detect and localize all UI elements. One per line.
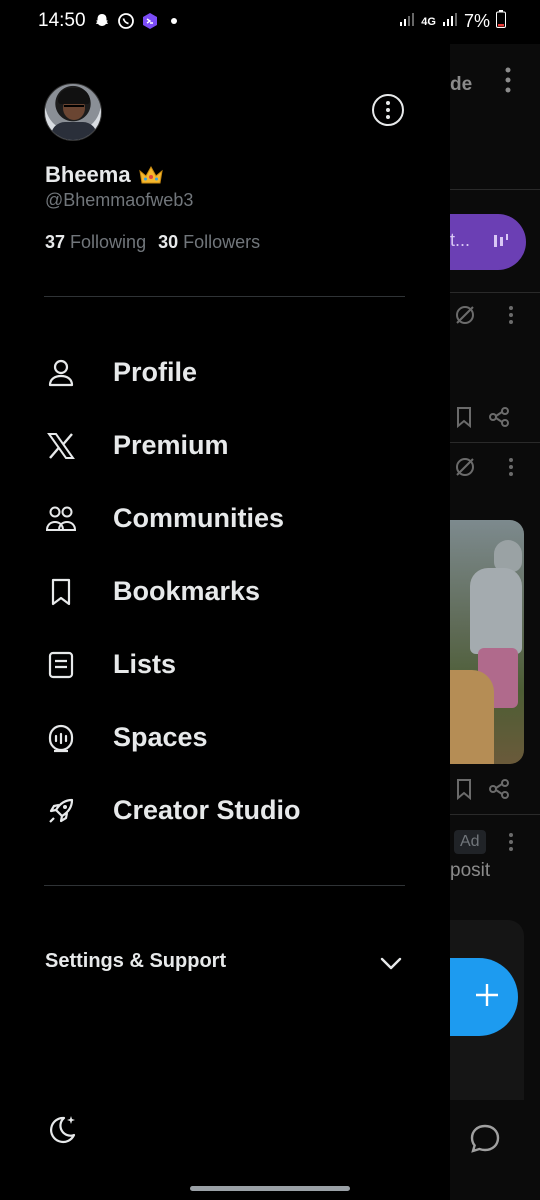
feed-divider xyxy=(450,292,540,293)
grok-icon[interactable] xyxy=(454,304,476,331)
follow-stats: 37 Following 30 Followers xyxy=(45,232,260,253)
divider xyxy=(44,296,405,297)
status-bar: 14:50 4G 7% xyxy=(0,0,540,44)
avatar-detail xyxy=(51,122,97,140)
nav-label: Premium xyxy=(113,430,229,460)
ad-text-fragment: posit xyxy=(450,860,491,881)
photo-detail xyxy=(450,670,494,764)
nav-label: Bookmarks xyxy=(113,576,261,606)
more-vertical-icon[interactable] xyxy=(508,457,514,482)
navigation-drawer: Bheema @Bhemmaofweb3 37 Following 30 Fol… xyxy=(0,0,450,1200)
communities-icon xyxy=(44,502,78,536)
drawer-nav: Profile Premium Communities Bookmarks Li… xyxy=(0,336,450,847)
more-vertical-icon[interactable] xyxy=(508,832,514,857)
plus-icon xyxy=(467,981,501,1014)
nav-label: Creator Studio xyxy=(113,795,301,825)
display-name-text: Bheema xyxy=(45,162,131,187)
nav-label: Spaces xyxy=(113,722,208,752)
nav-item-communities[interactable]: Communities xyxy=(0,482,450,555)
spaces-pill-text: t... xyxy=(450,230,471,250)
x-logo-icon xyxy=(44,429,78,463)
messages-icon[interactable] xyxy=(468,1122,502,1161)
app-notification-icon xyxy=(140,11,160,31)
bookmark-icon[interactable] xyxy=(454,406,474,433)
person-icon xyxy=(44,356,78,390)
rocket-icon xyxy=(44,794,78,828)
moon-icon[interactable] xyxy=(44,1112,80,1148)
signal-icon xyxy=(399,11,415,32)
gesture-bar[interactable] xyxy=(190,1186,350,1191)
notification-icons xyxy=(92,11,184,31)
followers-count: 30 xyxy=(158,232,179,252)
post-actions-row xyxy=(454,456,514,483)
battery-icon xyxy=(496,10,506,33)
dot xyxy=(386,115,390,119)
spaces-icon xyxy=(44,721,78,755)
dot-icon xyxy=(164,11,184,31)
nav-label: Profile xyxy=(113,357,198,387)
signal-icon-2 xyxy=(442,11,458,32)
following-count: 37 xyxy=(45,232,66,252)
bookmark-icon xyxy=(44,575,78,609)
nav-item-profile[interactable]: Profile xyxy=(0,336,450,409)
audio-bars-icon xyxy=(492,232,510,255)
settings-label: Settings & Support xyxy=(45,950,227,972)
user-handle: @Bhemmaofweb3 xyxy=(45,190,194,210)
dot xyxy=(386,101,390,105)
account-options-button[interactable] xyxy=(372,94,404,126)
share-icon[interactable] xyxy=(488,406,510,433)
nav-item-spaces[interactable]: Spaces xyxy=(0,701,450,774)
ad-badge: Ad xyxy=(454,830,486,854)
display-name[interactable]: Bheema xyxy=(45,162,165,188)
avatar-detail xyxy=(58,88,90,104)
nav-label: Lists xyxy=(113,649,177,679)
followers-label: Followers xyxy=(183,232,261,252)
status-time: 14:50 xyxy=(38,10,86,31)
whatsapp-icon xyxy=(116,11,136,31)
settings-support-toggle[interactable]: Settings & Support xyxy=(0,938,450,988)
list-icon xyxy=(44,648,78,682)
chevron-down-icon xyxy=(378,950,404,981)
followers-link[interactable]: 30 Followers xyxy=(158,232,260,253)
battery-level: 7% xyxy=(463,11,490,31)
feed-divider xyxy=(450,442,540,443)
nav-item-creator-studio[interactable]: Creator Studio xyxy=(0,774,450,847)
nav-item-lists[interactable]: Lists xyxy=(0,628,450,701)
snapchat-icon xyxy=(92,11,112,31)
grok-icon[interactable] xyxy=(454,456,476,483)
crown-icon xyxy=(137,163,165,187)
feed-divider xyxy=(450,189,540,190)
feed-divider xyxy=(450,814,540,815)
network-type: 4G xyxy=(421,15,436,28)
more-vertical-icon[interactable] xyxy=(508,305,514,330)
post-actions-row xyxy=(454,778,510,805)
post-actions-row xyxy=(454,406,510,433)
photo-detail xyxy=(470,568,522,654)
avatar[interactable] xyxy=(44,83,102,141)
divider xyxy=(44,885,405,886)
post-image[interactable] xyxy=(450,520,524,764)
bookmark-icon[interactable] xyxy=(454,778,474,805)
spaces-live-pill[interactable]: t... xyxy=(450,214,526,270)
post-actions-row xyxy=(454,304,514,331)
nav-item-bookmarks[interactable]: Bookmarks xyxy=(0,555,450,628)
following-label: Following xyxy=(70,232,147,252)
following-link[interactable]: 37 Following xyxy=(45,232,146,253)
dot xyxy=(386,108,390,112)
nav-label: Communities xyxy=(113,503,285,533)
avatar-detail xyxy=(64,105,84,110)
share-icon[interactable] xyxy=(488,778,510,805)
nav-item-premium[interactable]: Premium xyxy=(0,409,450,482)
system-icons: 4G 7% xyxy=(399,10,506,33)
more-vertical-icon[interactable] xyxy=(502,66,514,99)
feed-header-fragment: de xyxy=(450,74,473,95)
